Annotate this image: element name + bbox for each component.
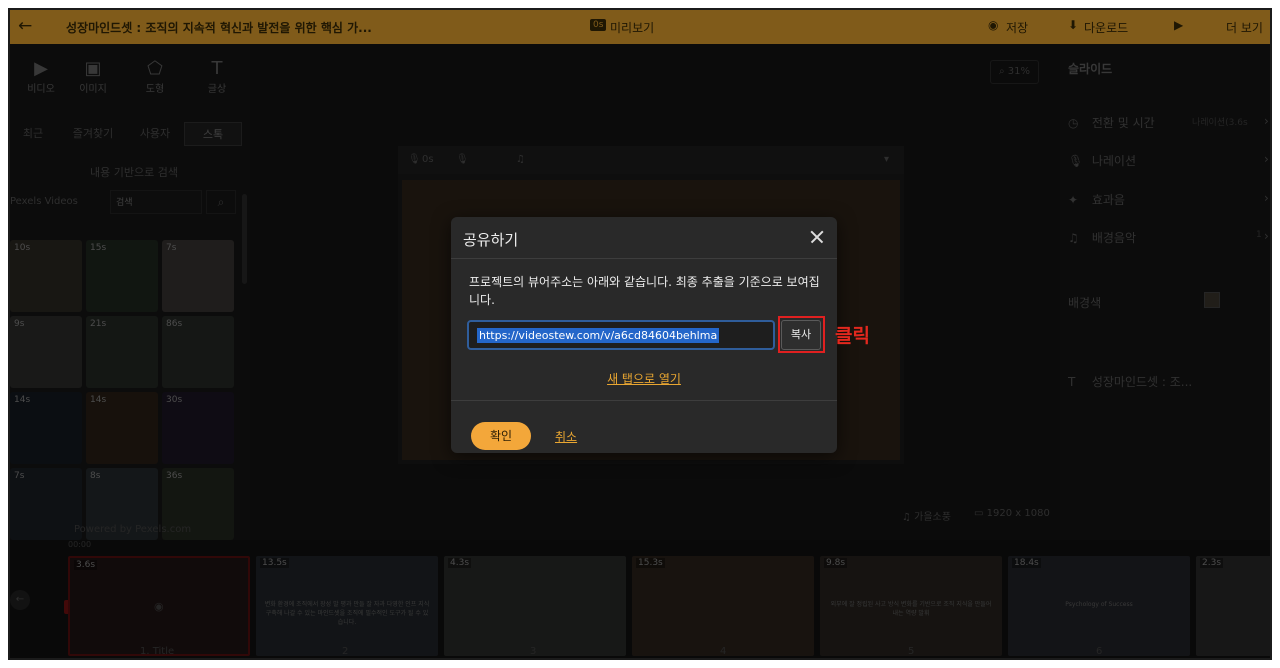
open-new-tab-link[interactable]: 새 탭으로 열기 [451,370,837,387]
divider [451,400,837,401]
viewer-url-text[interactable]: https://videostew.com/v/a6cd84604behlma [477,328,720,343]
confirm-button[interactable]: 확인 [471,422,531,450]
annotation-highlight-box [778,316,825,353]
editor-app: ← 성장마인드셋 : 조직의 지속적 혁신과 발전을 위한 핵심 가... 0s… [10,10,1270,658]
annotation-click-label: 클릭 [835,325,870,347]
viewer-url-field[interactable]: https://videostew.com/v/a6cd84604behlma [467,320,775,350]
close-icon[interactable] [807,227,827,247]
divider [451,258,837,259]
cancel-link[interactable]: 취소 [555,428,577,445]
dialog-title: 공유하기 [463,231,519,249]
screenshot-frame: ← 성장마인드셋 : 조직의 지속적 혁신과 발전을 위한 핵심 가... 0s… [8,8,1272,660]
dialog-description: 프로젝트의 뷰어주소는 아래와 같습니다. 최종 추출을 기준으로 보여집니다. [469,275,820,307]
